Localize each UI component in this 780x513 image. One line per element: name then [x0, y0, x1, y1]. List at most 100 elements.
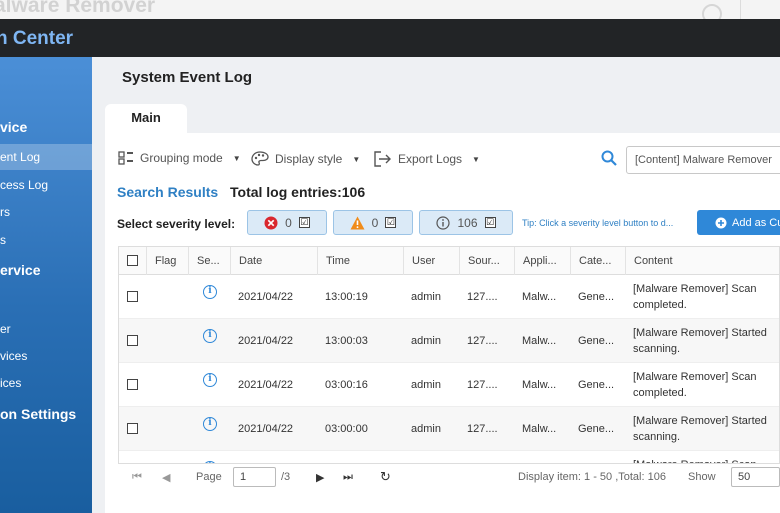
column-date[interactable]: Date [230, 247, 317, 275]
column-flag[interactable]: Flag [146, 247, 188, 275]
export-logs-label: Export Logs [398, 152, 463, 166]
row-content: [Malware Remover] Started scanning. [633, 415, 767, 443]
sidebar-item-devices[interactable]: ices [0, 376, 92, 390]
row-content: [Malware Remover] Scan completed. [633, 371, 757, 399]
row-source: 127.... [467, 379, 498, 391]
warning-icon [350, 216, 365, 229]
select-all-checkbox[interactable] [127, 255, 138, 266]
export-logs-dropdown[interactable]: Export Logs ▼ [374, 151, 480, 167]
chevron-down-icon: ▼ [472, 154, 480, 164]
chevron-down-icon: ▼ [352, 154, 361, 164]
grouping-mode-dropdown[interactable]: Grouping mode ▼ [118, 151, 241, 165]
row-application: Malw... [522, 379, 557, 391]
window-titlebar: alware Remover [0, 0, 780, 19]
severity-info-button[interactable]: 106 ☑ [419, 210, 513, 235]
table-row[interactable]: i 2021/04/22 13:00:03 admin 127.... Malw… [119, 319, 779, 363]
info-severity-icon: i [203, 373, 217, 387]
add-as-custom-label: Add as Cu [732, 216, 780, 229]
sidebar-item-users[interactable]: rs [0, 205, 92, 219]
column-application[interactable]: Appli... [514, 247, 570, 275]
search-icon[interactable] [601, 150, 617, 166]
error-checkbox[interactable]: ☑ [298, 217, 310, 228]
info-icon [436, 215, 451, 230]
app-header: n Center [0, 19, 780, 57]
row-category: Gene... [578, 291, 615, 303]
row-user: admin [411, 335, 441, 347]
log-table: Flag Se... Date Time User Sour... Appli.… [118, 246, 780, 490]
row-time: 03:00:00 [325, 423, 368, 435]
row-source: 127.... [467, 423, 498, 435]
display-item-info: Display item: 1 - 50 ,Total: 106 [518, 471, 666, 483]
row-checkbox[interactable] [127, 291, 138, 302]
column-user[interactable]: User [403, 247, 459, 275]
sidebar-item-server[interactable]: er [0, 322, 92, 336]
total-pages: /3 [281, 471, 291, 483]
severity-warning-button[interactable]: 0 ☑ [333, 210, 413, 235]
grouping-mode-label: Grouping mode [140, 151, 223, 165]
palette-icon [251, 151, 269, 166]
display-style-label: Display style [275, 152, 343, 166]
table-row[interactable]: i 2021/04/22 13:00:19 admin 127.... Malw… [119, 275, 779, 319]
row-content: [Malware Remover] Scan completed. [633, 283, 757, 311]
sidebar-item-access-log[interactable]: cess Log [0, 178, 92, 192]
column-time[interactable]: Time [317, 247, 403, 275]
prev-page-icon[interactable]: ◀ [162, 471, 170, 484]
last-page-icon[interactable]: ⏭ [343, 471, 353, 484]
sidebar-section-settings[interactable]: on Settings [0, 406, 92, 422]
page-title: System Event Log [122, 69, 253, 86]
row-date: 2021/04/22 [238, 379, 294, 391]
column-source[interactable]: Sour... [459, 247, 514, 275]
refresh-icon[interactable]: ↻ [380, 469, 391, 485]
column-category[interactable]: Cate... [570, 247, 625, 275]
row-date: 2021/04/22 [238, 423, 294, 435]
sidebar-section-service[interactable]: vice [0, 119, 92, 139]
help-icon[interactable] [702, 4, 722, 19]
row-checkbox[interactable] [127, 423, 138, 434]
row-user: admin [411, 291, 441, 303]
chevron-down-icon: ▼ [232, 153, 241, 163]
row-category: Gene... [578, 379, 615, 391]
table-row[interactable]: i 2021/04/22 03:00:00 admin 127.... Malw… [119, 407, 779, 451]
row-time: 03:00:16 [325, 379, 368, 391]
row-application: Malw... [522, 291, 557, 303]
row-checkbox[interactable] [127, 379, 138, 390]
info-severity-icon: i [203, 285, 217, 299]
column-content[interactable]: Content [625, 247, 779, 275]
info-checkbox[interactable]: ☑ [484, 217, 496, 228]
display-style-dropdown[interactable]: Display style ▼ [251, 151, 360, 167]
titlebar-divider [740, 0, 741, 19]
severity-error-button[interactable]: 0 ☑ [247, 210, 327, 235]
sidebar-item-services[interactable]: vices [0, 349, 92, 363]
page-size-select[interactable]: 50 [731, 467, 780, 487]
sidebar-item-event-log[interactable]: ent Log [0, 144, 92, 170]
add-as-custom-button[interactable]: Add as Cu [697, 210, 780, 235]
severity-tip: Tip: Click a severity level button to d.… [522, 218, 674, 228]
center-title: n Center [0, 28, 74, 49]
table-header: Flag Se... Date Time User Sour... Appli.… [119, 247, 779, 275]
pagination-bar: ⏮ ◀ Page 1 /3 ▶ ⏭ ↻ Display item: 1 - 50… [118, 463, 780, 491]
row-source: 127.... [467, 291, 498, 303]
search-input[interactable]: [Content] Malware Remover [626, 146, 780, 174]
error-icon [264, 216, 278, 229]
search-results-label: Search Results [117, 184, 219, 200]
warning-checkbox[interactable]: ☑ [385, 217, 397, 228]
row-user: admin [411, 423, 441, 435]
info-severity-icon: i [203, 417, 217, 431]
row-application: Malw... [522, 335, 557, 347]
table-row[interactable]: i 2021/04/22 03:00:16 admin 127.... Malw… [119, 363, 779, 407]
sidebar-item-settings[interactable]: s [0, 233, 92, 247]
page-input[interactable]: 1 [233, 467, 276, 487]
row-checkbox[interactable] [127, 335, 138, 346]
sidebar-section-server-service[interactable]: ervice [0, 262, 92, 278]
next-page-icon[interactable]: ▶ [316, 471, 324, 484]
show-label: Show [688, 471, 716, 483]
row-date: 2021/04/22 [238, 291, 294, 303]
tab-main[interactable]: Main [105, 104, 187, 134]
column-severity[interactable]: Se... [188, 247, 230, 275]
row-date: 2021/04/22 [238, 335, 294, 347]
log-panel: Grouping mode ▼ Display style ▼ Export L… [105, 133, 780, 513]
add-icon [715, 217, 727, 228]
row-category: Gene... [578, 423, 615, 435]
row-time: 13:00:03 [325, 335, 368, 347]
first-page-icon[interactable]: ⏮ [132, 471, 142, 484]
